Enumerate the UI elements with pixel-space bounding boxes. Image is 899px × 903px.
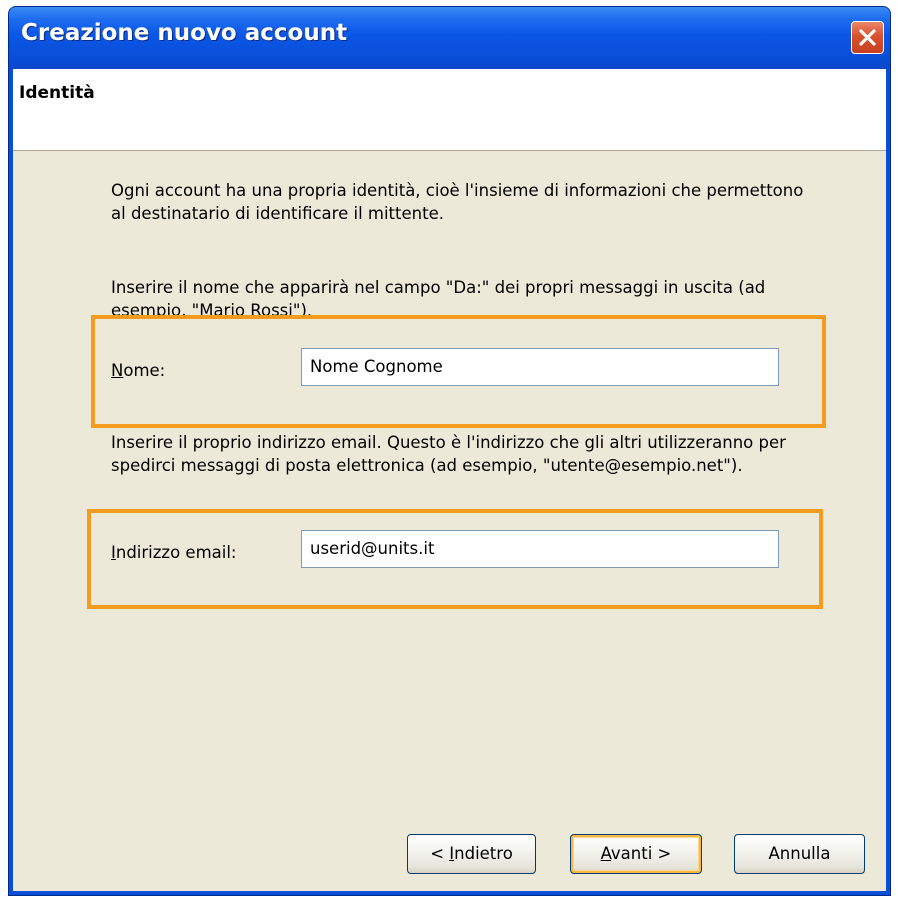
back-button[interactable]: < Indietro [407, 834, 536, 874]
next-button-accelerator: A [600, 844, 611, 863]
dialog-body: Identità Ogni account ha una propria ide… [13, 69, 886, 891]
next-button-label: vanti > [610, 844, 672, 863]
close-icon [859, 29, 876, 46]
close-button[interactable] [851, 21, 884, 54]
dialog-window: Creazione nuovo account Identità Ogni ac… [8, 6, 891, 896]
back-button-label: ndietro [454, 844, 513, 863]
wizard-header: Identità [13, 69, 886, 151]
name-instruction: Inserire il nome che apparirà nel campo … [111, 278, 766, 318]
email-highlight-box [87, 509, 823, 609]
next-button[interactable]: Avanti > [570, 834, 702, 874]
email-instruction: Inserire il proprio indirizzo email. Que… [111, 433, 786, 475]
name-highlight-box [91, 315, 826, 428]
back-button-prefix: < [430, 844, 450, 863]
window-title: Creazione nuovo account [21, 20, 348, 46]
page-title: Identità [19, 83, 95, 103]
cancel-button[interactable]: Annulla [734, 834, 865, 874]
intro-text: Ogni account ha una propria identità, ci… [111, 181, 804, 223]
title-bar[interactable]: Creazione nuovo account [9, 7, 890, 69]
